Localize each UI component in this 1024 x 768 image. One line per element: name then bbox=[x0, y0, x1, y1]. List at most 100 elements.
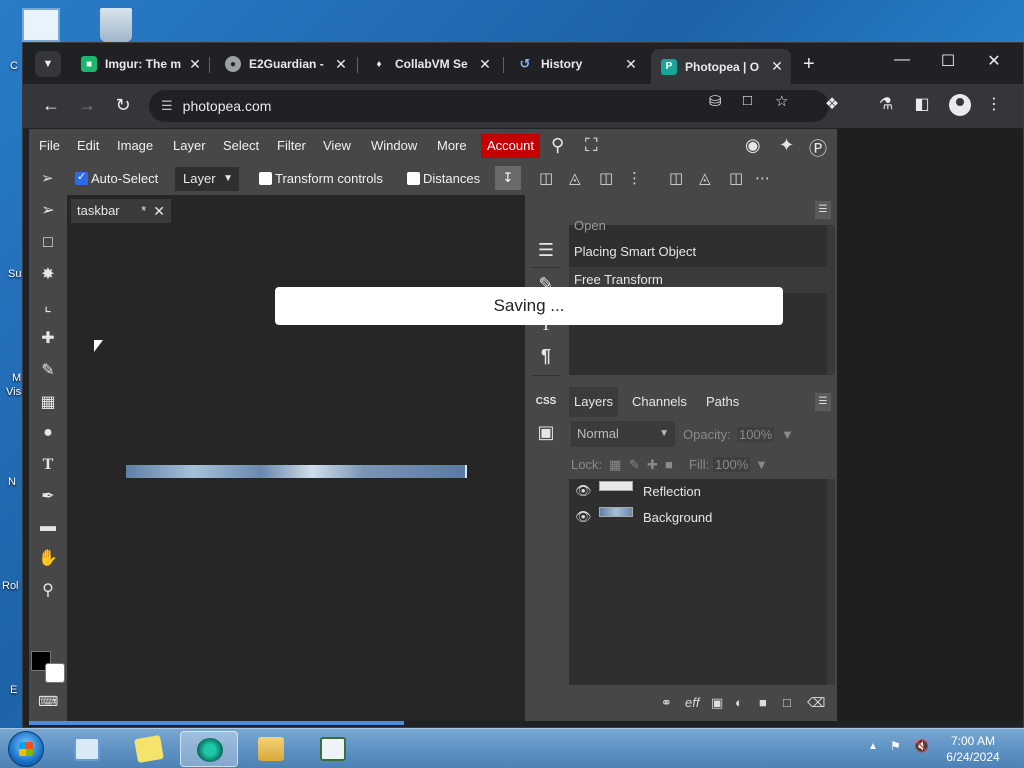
chevron-down-icon[interactable]: ▼ bbox=[755, 457, 768, 472]
reload-button[interactable]: ↻ bbox=[111, 95, 135, 116]
address-bar[interactable]: ☰ photopea.com bbox=[149, 90, 829, 122]
auto-select-target-dropdown[interactable]: Layer ▼ bbox=[175, 167, 239, 191]
type-tool-icon[interactable]: T bbox=[38, 455, 58, 475]
page-icon[interactable]: □ bbox=[743, 92, 752, 109]
twitter-icon[interactable]: ✦ bbox=[779, 135, 794, 156]
lock-transparency-icon[interactable]: ▦ bbox=[609, 457, 621, 473]
horizontal-scrollbar[interactable] bbox=[29, 721, 404, 725]
layer-row-reflection[interactable]: 👁 Reflection bbox=[569, 479, 827, 505]
layer-row-background[interactable]: 👁 Background bbox=[569, 505, 827, 531]
align-center-h-icon[interactable]: ◬ bbox=[569, 169, 581, 187]
forward-button[interactable]: → bbox=[75, 95, 99, 116]
maximize-button[interactable]: ☐ bbox=[933, 51, 963, 71]
layers-panel-menu-icon[interactable]: ☰ bbox=[815, 393, 831, 411]
history-scrollbar[interactable] bbox=[827, 225, 835, 375]
menu-file[interactable]: File bbox=[39, 138, 60, 153]
tab-collabvm[interactable]: ♦ CollabVM Se ✕ bbox=[367, 49, 493, 79]
show-hidden-icons-icon[interactable]: ▲ bbox=[868, 741, 878, 752]
zoom-tool-icon[interactable]: ⚲ bbox=[38, 581, 58, 601]
layer-effects-icon[interactable]: eff bbox=[685, 695, 699, 710]
hand-tool-icon[interactable]: ✋ bbox=[38, 549, 58, 569]
fill-value[interactable]: 100% bbox=[713, 457, 751, 472]
canvas-area[interactable]: taskbar * ✕ bbox=[67, 195, 525, 721]
visibility-eye-icon[interactable]: 👁 bbox=[575, 483, 592, 499]
computer-icon[interactable] bbox=[22, 8, 60, 42]
minimize-button[interactable]: — bbox=[887, 51, 917, 69]
close-icon[interactable]: ✕ bbox=[769, 58, 785, 75]
transform-controls-checkbox[interactable] bbox=[259, 172, 272, 185]
lock-all-icon[interactable]: ■ bbox=[665, 457, 673, 472]
move-tool-icon[interactable]: ➢ bbox=[41, 169, 54, 187]
pen-tool-icon[interactable]: ✒ bbox=[38, 487, 58, 507]
tab-photopea[interactable]: P Photopea | O ✕ bbox=[651, 49, 791, 84]
distribute-h-icon[interactable]: ⋮ bbox=[627, 169, 642, 187]
facebook-icon[interactable]: Ⓟ bbox=[809, 135, 827, 161]
menu-more[interactable]: More bbox=[437, 138, 467, 153]
lock-position-icon[interactable]: ✚ bbox=[647, 457, 658, 473]
link-layers-icon[interactable]: ⚭ bbox=[661, 695, 672, 711]
layers-scrollbar[interactable] bbox=[827, 479, 835, 685]
tab-paths[interactable]: Paths bbox=[701, 387, 744, 417]
chevron-down-icon[interactable]: ▼ bbox=[781, 427, 794, 442]
menu-filter[interactable]: Filter bbox=[277, 138, 306, 153]
gradient-tool-icon[interactable]: ▦ bbox=[38, 393, 58, 413]
document-canvas-image[interactable] bbox=[126, 465, 467, 478]
adjustments-icon[interactable]: ☰ bbox=[535, 239, 557, 261]
align-middle-v-icon[interactable]: ◬ bbox=[699, 169, 711, 187]
labs-flask-icon[interactable]: ⚗ bbox=[875, 94, 897, 114]
fullscreen-icon[interactable]: ⛶ bbox=[585, 135, 598, 156]
adjustment-layer-icon[interactable]: ◐ bbox=[735, 695, 743, 710]
menu-image[interactable]: Image bbox=[117, 138, 153, 153]
close-window-button[interactable]: ✕ bbox=[979, 51, 1009, 71]
tab-layers[interactable]: Layers bbox=[569, 387, 619, 417]
distances-checkbox[interactable] bbox=[407, 172, 420, 185]
close-icon[interactable]: ✕ bbox=[333, 56, 349, 73]
history-item[interactable]: Placing Smart Object bbox=[569, 239, 827, 265]
new-tab-button[interactable]: + bbox=[803, 53, 815, 76]
profile-avatar-icon[interactable] bbox=[949, 94, 971, 116]
delete-layer-icon[interactable]: ⌫ bbox=[807, 695, 825, 711]
tab-channels[interactable]: Channels bbox=[627, 387, 692, 417]
blend-mode-dropdown[interactable]: Normal ▼ bbox=[571, 421, 675, 447]
menu-layer[interactable]: Layer bbox=[173, 138, 206, 153]
opacity-value[interactable]: 100% bbox=[737, 427, 775, 442]
volume-muted-icon[interactable]: 🔇 bbox=[914, 739, 929, 753]
marquee-tool-icon[interactable]: □ bbox=[38, 233, 58, 253]
tab-search-button[interactable]: ▼ bbox=[35, 51, 61, 77]
close-icon[interactable]: ✕ bbox=[477, 56, 493, 73]
close-icon[interactable]: ✕ bbox=[623, 56, 639, 73]
close-icon[interactable]: ✕ bbox=[153, 199, 165, 223]
keyboard-icon[interactable]: ⌨ bbox=[38, 691, 58, 711]
taskbar-app-button[interactable] bbox=[304, 731, 362, 767]
brush-tool-icon[interactable]: ✎ bbox=[38, 361, 58, 381]
back-button[interactable]: ← bbox=[39, 95, 63, 116]
document-tab[interactable]: taskbar * ✕ bbox=[71, 199, 171, 223]
taskbar-browser-button[interactable] bbox=[180, 731, 238, 767]
more-menu-icon[interactable]: ⋮ bbox=[983, 94, 1005, 114]
menu-view[interactable]: View bbox=[323, 138, 351, 153]
tab-imgur[interactable]: ■ Imgur: The m ✕ bbox=[75, 49, 203, 79]
layer-mask-icon[interactable]: ▣ bbox=[711, 695, 723, 711]
move-tool-icon[interactable]: ➢ bbox=[38, 201, 58, 221]
crop-tool-icon[interactable]: ⌞ bbox=[38, 297, 58, 317]
action-center-flag-icon[interactable]: ⚑ bbox=[890, 739, 901, 753]
history-item[interactable]: Open bbox=[569, 213, 827, 239]
extensions-icon[interactable]: ❖ bbox=[821, 94, 843, 114]
align-top-icon[interactable]: ◫ bbox=[669, 169, 683, 187]
menu-edit[interactable]: Edit bbox=[77, 138, 99, 153]
system-clock[interactable]: 7:00 AM 6/24/2024 bbox=[938, 733, 1008, 765]
paragraph-icon[interactable]: ¶ bbox=[535, 345, 557, 367]
lock-paint-icon[interactable]: ✎ bbox=[629, 457, 640, 473]
menu-window[interactable]: Window bbox=[371, 138, 417, 153]
side-panel-icon[interactable]: ◧ bbox=[911, 94, 933, 114]
background-color-swatch[interactable] bbox=[45, 663, 65, 683]
rectangle-tool-icon[interactable]: ▬ bbox=[38, 517, 58, 537]
recycle-bin-icon[interactable] bbox=[100, 8, 132, 42]
search-icon[interactable]: ⚲ bbox=[551, 135, 564, 156]
taskbar-folder-button[interactable] bbox=[242, 731, 300, 767]
taskbar-sticky-notes-button[interactable] bbox=[120, 731, 178, 767]
account-button[interactable]: Account bbox=[481, 134, 540, 158]
css-icon[interactable]: CSS bbox=[533, 391, 559, 413]
download-icon[interactable]: ↧ bbox=[495, 166, 521, 190]
install-app-icon[interactable]: ⛁ bbox=[709, 92, 722, 110]
